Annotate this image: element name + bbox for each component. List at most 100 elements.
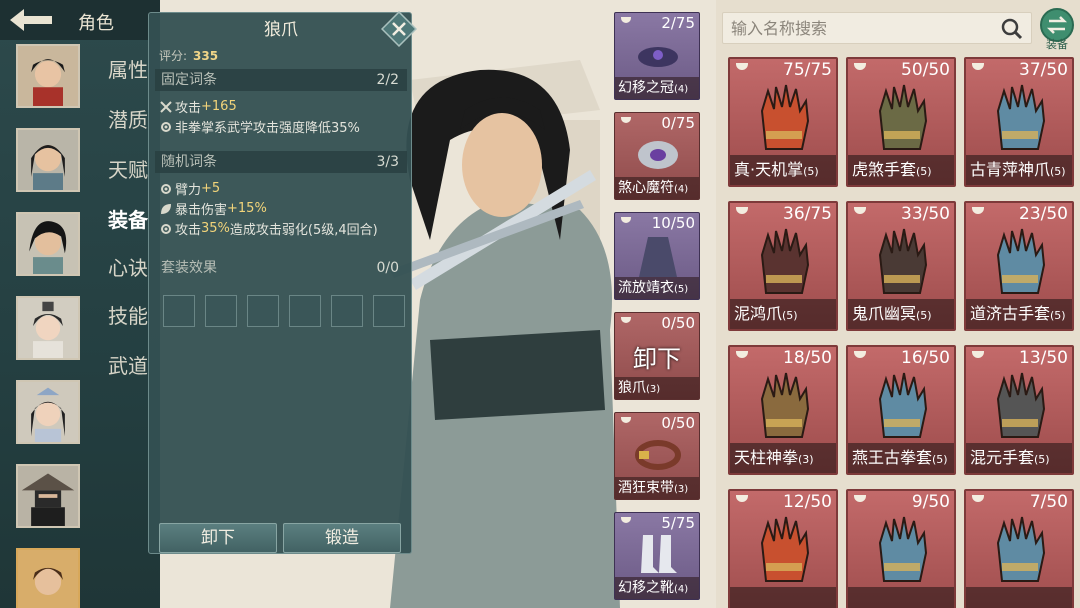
equipped-weapon-slot[interactable]: 0/50 卸下 狼爪(3) [614, 312, 700, 400]
item-name: 幻移之靴(4) [615, 577, 699, 599]
inventory-item[interactable]: 9/50 [846, 489, 956, 608]
close-button[interactable] [380, 10, 418, 48]
search-icon[interactable] [1001, 18, 1023, 40]
inventory-item[interactable]: 12/50 [728, 489, 838, 608]
inventory-item[interactable]: 23/50 道济古手套(5) [964, 201, 1074, 331]
leaf-icon [161, 203, 171, 214]
score-label: 评分: [159, 49, 188, 63]
set-slot-3[interactable] [247, 295, 279, 327]
lock-tag [972, 495, 984, 502]
equipped-belt-slot[interactable]: 0/50 酒狂束带(3) [614, 412, 700, 500]
inventory-item[interactable]: 37/50 古青萍神爪(5) [964, 57, 1074, 187]
random-affix-2: 暴击伤害 +15% [159, 199, 267, 218]
nav-martial-way[interactable]: 武道 [108, 350, 148, 379]
item-name: 虎煞手套(5) [848, 155, 954, 185]
fixed-affix-header: 固定词条 2/2 [155, 69, 407, 91]
equipped-head-slot[interactable]: 2/75 幻移之冠(4) [614, 12, 700, 100]
character-avatar-2[interactable] [16, 128, 80, 192]
glove-icon [760, 228, 810, 294]
fixed-affix-1: 攻击 +165 [159, 97, 237, 116]
character-avatar-4[interactable] [16, 296, 80, 360]
affix-value: +15% [227, 201, 267, 216]
item-name [730, 587, 836, 608]
lock-tag [854, 351, 866, 358]
random-affix-title: 随机词条 [161, 154, 217, 170]
crown-icon [638, 47, 678, 67]
lock-tag [621, 317, 631, 323]
durability: 13/50 [1019, 348, 1068, 368]
lock-tag [854, 207, 866, 214]
character-avatar-3[interactable] [16, 212, 80, 276]
back-button[interactable] [6, 4, 56, 36]
set-slot-5[interactable] [331, 295, 363, 327]
inventory-item[interactable]: 7/50 [964, 489, 1074, 608]
affix-text: 攻击 [175, 101, 202, 116]
lock-tag [854, 63, 866, 70]
glove-icon [878, 516, 928, 582]
set-effect-header: 套装效果 0/0 [155, 257, 407, 279]
robe-icon [639, 237, 677, 277]
glove-icon [878, 372, 928, 438]
nav-skills[interactable]: 技能 [108, 300, 148, 329]
belt-icon [635, 440, 681, 470]
inventory-item[interactable]: 50/50 虎煞手套(5) [846, 57, 956, 187]
search-box[interactable] [722, 12, 1032, 44]
glove-icon [996, 372, 1046, 438]
forge-button[interactable]: 锻造 [283, 523, 401, 553]
affix-value: +165 [201, 99, 237, 114]
inventory-item[interactable]: 16/50 燕王古拳套(5) [846, 345, 956, 475]
equipped-amulet-slot[interactable]: 0/75 煞心魔符(4) [614, 112, 700, 200]
character-avatar-7[interactable] [16, 548, 80, 608]
character-avatar-1[interactable] [16, 44, 80, 108]
lock-tag [736, 63, 748, 70]
character-avatar-5[interactable] [16, 380, 80, 444]
page-title: 角色 [78, 13, 114, 34]
affix-text: 攻击 [175, 223, 202, 238]
back-arrow-icon [10, 9, 52, 31]
glove-icon [996, 228, 1046, 294]
inventory-item[interactable]: 75/75 真·天机掌(5) [728, 57, 838, 187]
lock-tag [621, 117, 631, 123]
durability: 33/50 [901, 204, 950, 224]
item-name: 流放靖衣(5) [615, 277, 699, 299]
item-name: 道济古手套(5) [966, 299, 1072, 329]
item-name: 古青萍神爪(5) [966, 155, 1072, 185]
nav-talent[interactable]: 天赋 [108, 154, 148, 183]
character-sidebar: 角色 属性 潜质 天赋 装备 心诀 技能 武道 [0, 0, 160, 608]
character-avatar-6[interactable] [16, 464, 80, 528]
inventory-item[interactable]: 33/50 鬼爪幽冥(5) [846, 201, 956, 331]
nav-equipment[interactable]: 装备 [108, 204, 148, 233]
set-effect-title: 套装效果 [161, 260, 217, 276]
nav-potential[interactable]: 潜质 [108, 104, 148, 133]
random-affix-3: 攻击 35% 造成攻击弱化(5级,4回合) [159, 219, 378, 238]
item-name: 真·天机掌(5) [730, 155, 836, 185]
lock-tag [854, 495, 866, 502]
durability: 10/50 [651, 214, 695, 232]
lock-tag [972, 207, 984, 214]
search-input[interactable] [723, 13, 993, 43]
item-name [848, 587, 954, 608]
lock-tag [621, 417, 631, 423]
durability: 0/75 [661, 114, 695, 132]
inventory-item[interactable]: 18/50 天柱神拳(3) [728, 345, 838, 475]
lock-tag [972, 63, 984, 70]
inventory-item[interactable]: 13/50 混元手套(5) [964, 345, 1074, 475]
set-slot-2[interactable] [205, 295, 237, 327]
unequip-button[interactable]: 卸下 [159, 523, 277, 553]
affix-value: 35% [201, 221, 230, 236]
equipped-armor-slot[interactable]: 10/50 流放靖衣(5) [614, 212, 700, 300]
equipped-boots-slot[interactable]: 5/75 幻移之靴(4) [614, 512, 700, 600]
affix-value: +5 [201, 181, 221, 196]
glove-icon [996, 84, 1046, 150]
nav-mind-art[interactable]: 心诀 [108, 252, 148, 281]
item-name: 煞心魔符(4) [615, 177, 699, 199]
random-affix-header: 随机词条 3/3 [155, 151, 407, 173]
set-slot-4[interactable] [289, 295, 321, 327]
durability: 18/50 [783, 348, 832, 368]
lock-tag [621, 17, 631, 23]
inventory-item[interactable]: 36/75 泥鸿爪(5) [728, 201, 838, 331]
swords-icon [160, 100, 172, 113]
set-slot-1[interactable] [163, 295, 195, 327]
set-slot-6[interactable] [373, 295, 405, 327]
nav-attributes[interactable]: 属性 [108, 54, 148, 83]
